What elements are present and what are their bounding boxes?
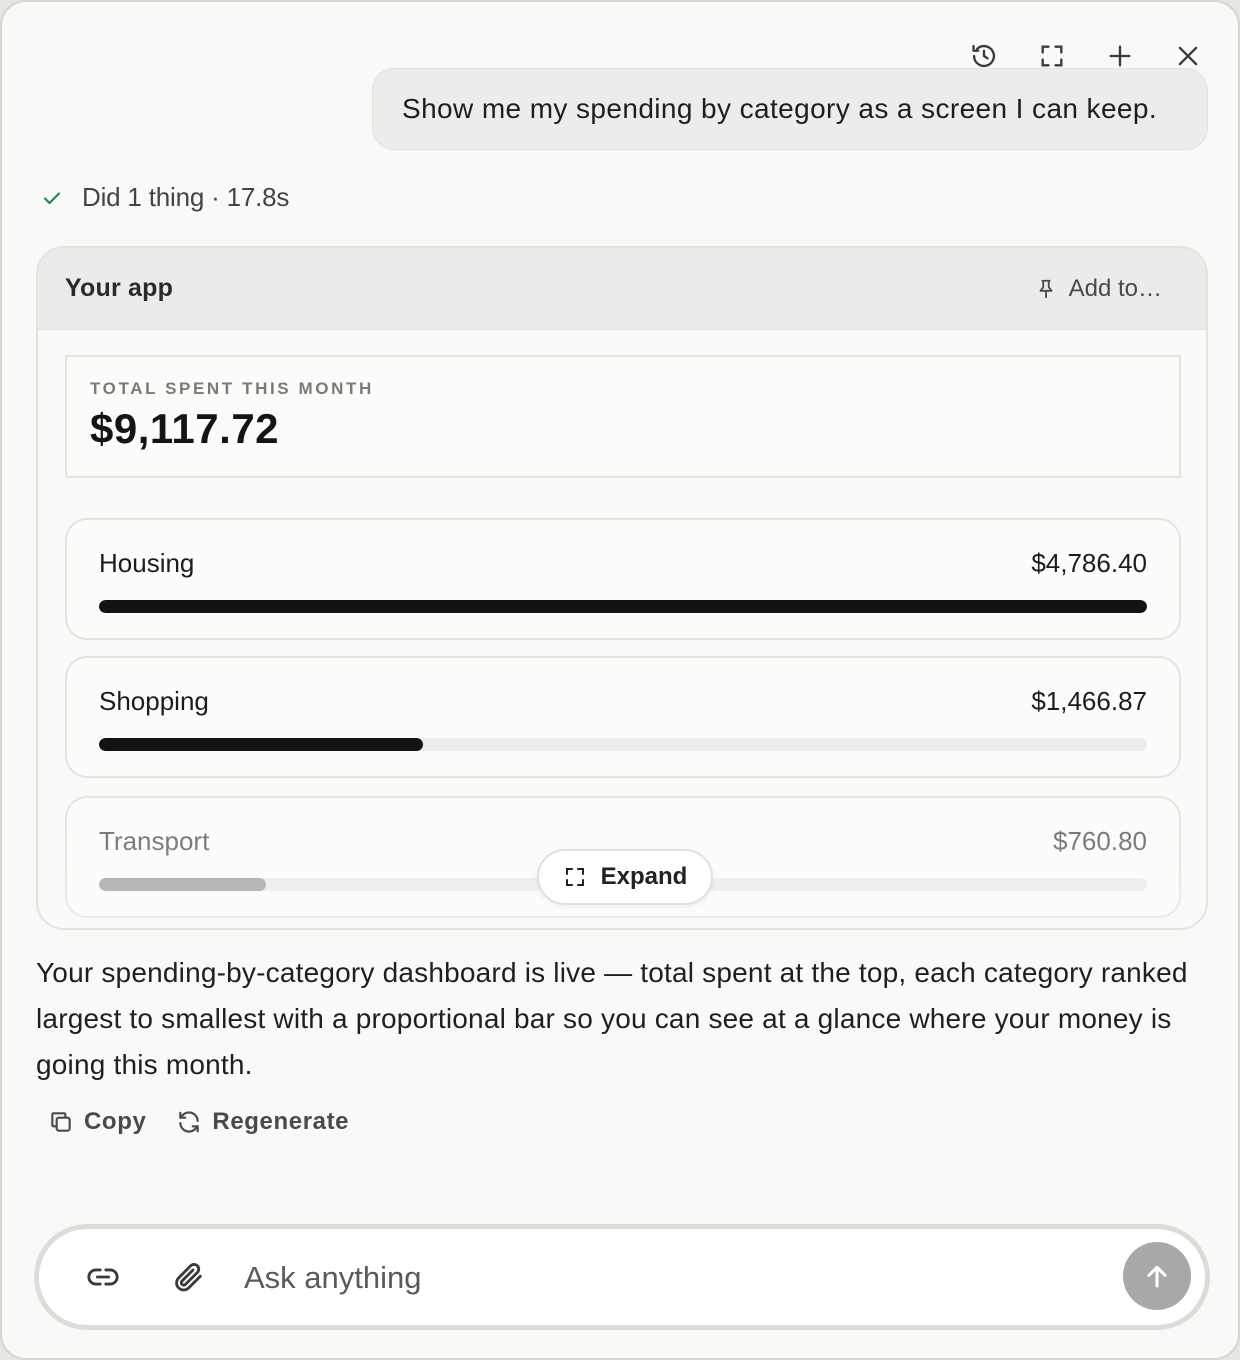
category-name: Housing	[99, 548, 195, 578]
refresh-icon	[179, 1111, 200, 1133]
close-button[interactable]	[1168, 36, 1208, 76]
task-status[interactable]: Did 1 thing · 17.8s	[40, 182, 289, 213]
add-to-button[interactable]: Add to…	[1035, 275, 1162, 303]
plus-icon	[1109, 45, 1131, 67]
ask-input[interactable]	[244, 1251, 1104, 1305]
message-actions: Copy Regenerate	[48, 1108, 349, 1136]
category-amount: $760.80	[1053, 826, 1147, 856]
category-amount: $1,466.87	[1031, 686, 1147, 716]
copy-icon	[51, 1112, 71, 1132]
category-card-housing: Housing $4,786.40	[65, 518, 1181, 640]
category-bar-fill	[99, 738, 423, 751]
category-bar-track	[99, 738, 1147, 751]
arrow-up-icon	[1147, 1265, 1167, 1288]
paperclip-icon	[175, 1263, 202, 1292]
category-bar-track	[99, 600, 1147, 613]
category-name: Shopping	[99, 686, 209, 716]
history-button[interactable]	[964, 36, 1004, 76]
add-to-label: Add to…	[1068, 274, 1162, 302]
fullscreen-icon	[1041, 45, 1063, 67]
total-spent-label: TOTAL SPENT THIS MONTH	[90, 379, 374, 398]
category-bar-fill	[99, 600, 1147, 613]
task-status-text: Did 1 thing · 17.8s	[82, 182, 290, 212]
user-message-text: Show me my spending by category as a scr…	[402, 93, 1158, 124]
pin-icon	[1039, 279, 1053, 298]
expand-button[interactable]: Expand	[537, 849, 713, 905]
regenerate-button[interactable]: Regenerate	[176, 1108, 349, 1136]
close-icon	[1178, 46, 1198, 66]
link-icon	[87, 1268, 119, 1286]
fullscreen-button[interactable]	[1032, 36, 1072, 76]
expand-icon	[565, 868, 584, 886]
history-icon	[972, 44, 996, 68]
user-message-bubble: Show me my spending by category as a scr…	[372, 68, 1208, 150]
category-name: Transport	[99, 826, 210, 856]
copy-label: Copy	[84, 1108, 147, 1135]
regenerate-label: Regenerate	[212, 1108, 350, 1135]
category-bar-fill	[99, 878, 266, 891]
composer	[34, 1224, 1210, 1330]
new-chat-button[interactable]	[1100, 36, 1140, 76]
app-title: Your app	[65, 274, 174, 302]
link-button[interactable]	[83, 1257, 123, 1297]
category-card-shopping: Shopping $1,466.87	[65, 656, 1181, 778]
top-toolbar	[964, 36, 1208, 76]
app-card: Your app Add to… TOTAL SPENT THIS MONTH …	[36, 246, 1208, 930]
check-icon	[43, 191, 61, 204]
total-spent-value: $9,117.72	[90, 405, 280, 452]
app-card-header: Your app Add to…	[38, 248, 1206, 330]
send-button[interactable]	[1123, 1242, 1191, 1310]
copy-button[interactable]: Copy	[48, 1108, 146, 1136]
total-spent-card: TOTAL SPENT THIS MONTH $9,117.72	[65, 355, 1181, 478]
category-amount: $4,786.40	[1031, 548, 1147, 578]
chat-window: Show me my spending by category as a scr…	[0, 0, 1240, 1360]
assistant-message: Your spending-by-category dashboard is l…	[36, 957, 1188, 1080]
attach-button[interactable]	[169, 1257, 209, 1297]
expand-label: Expand	[600, 863, 688, 890]
